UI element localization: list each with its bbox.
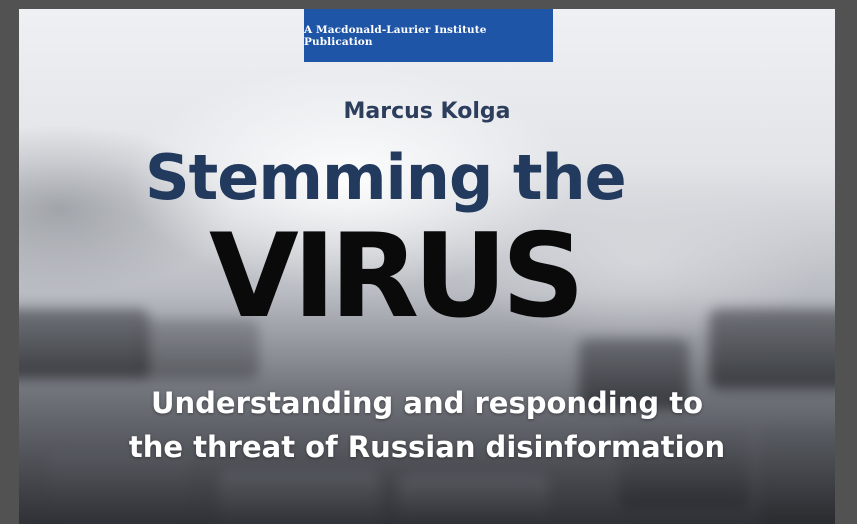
publisher-banner: A Macdonald-Laurier Institute Publicatio… <box>304 9 553 62</box>
cover-page: A Macdonald-Laurier Institute Publicatio… <box>19 9 835 524</box>
document-viewer: A Macdonald-Laurier Institute Publicatio… <box>0 0 857 524</box>
author-name: Marcus Kolga <box>343 99 511 124</box>
title-line-2: VIRUS <box>209 209 585 344</box>
title-line-1: Stemming the <box>145 141 627 214</box>
subtitle: Understanding and responding to the thre… <box>19 381 835 469</box>
publisher-banner-text: A Macdonald-Laurier Institute Publicatio… <box>304 23 487 48</box>
subtitle-line-2: the threat of Russian disinformation <box>128 430 726 464</box>
subtitle-line-1: Understanding and responding to <box>150 386 704 420</box>
